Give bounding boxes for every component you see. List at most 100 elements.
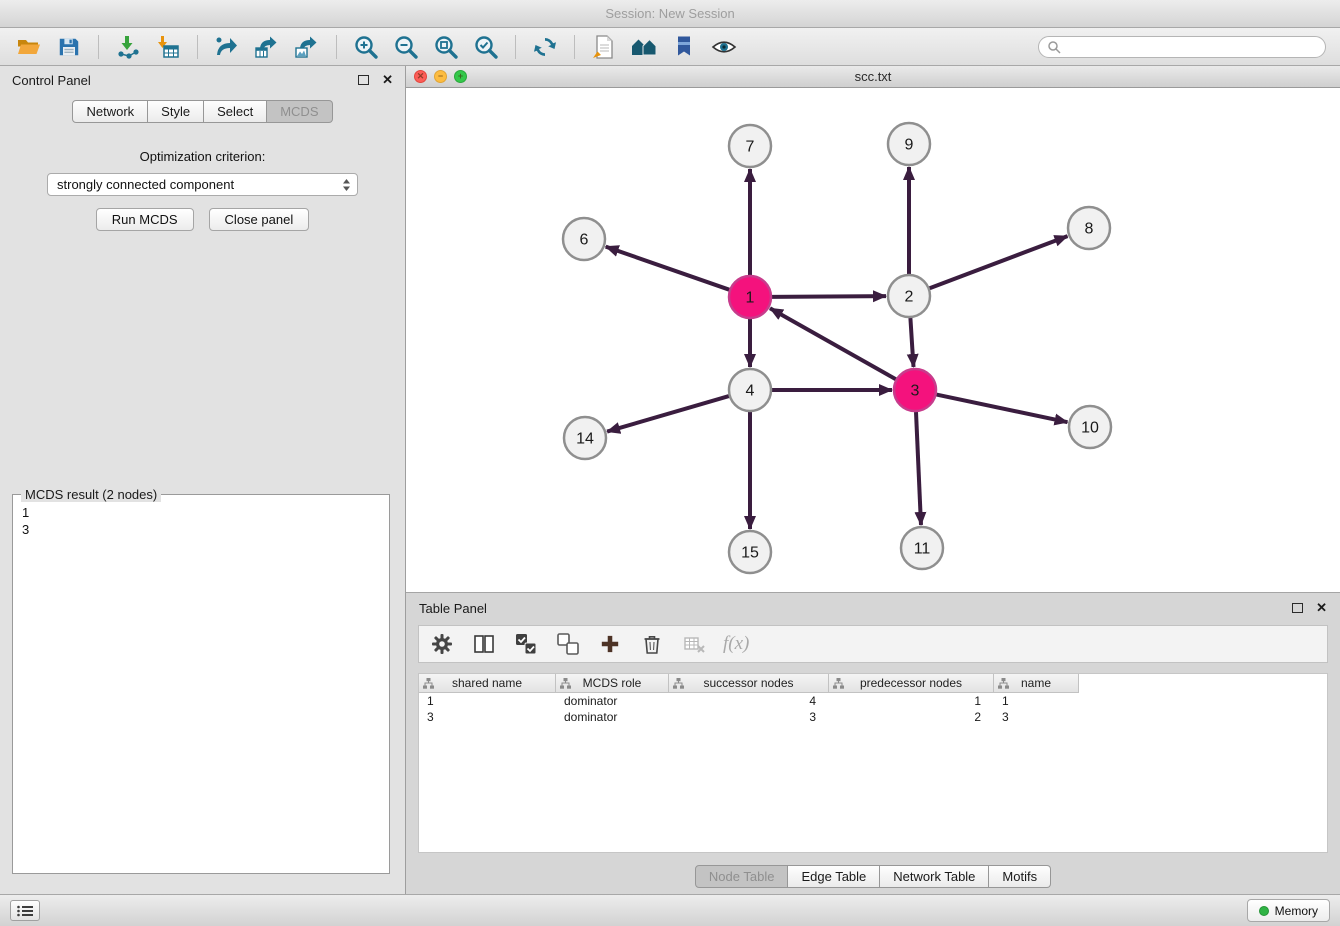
column-header-label: predecessor nodes [860,676,962,690]
home-button[interactable] [627,32,661,62]
zoom-fit-button[interactable] [429,32,463,62]
result-line: 1 [22,505,29,520]
graph-edge-4-14[interactable] [607,396,729,432]
graph-edge-1-2[interactable] [772,296,886,297]
cell-predecessor-nodes[interactable]: 2 [829,710,994,724]
task-history-button[interactable] [10,900,40,921]
table-settings-button[interactable] [429,631,455,657]
select-all-columns-button[interactable] [513,631,539,657]
graph-edge-3-1[interactable] [770,308,896,379]
graph-node-label-7: 7 [746,139,755,156]
float-table-panel-icon[interactable] [1292,603,1303,613]
export-image-button[interactable] [290,32,324,62]
style-button[interactable] [667,32,701,62]
tab-motifs[interactable]: Motifs [989,865,1051,888]
import-table-icon [155,34,181,60]
delete-column-button[interactable] [639,631,665,657]
export-network-button[interactable] [210,32,244,62]
zoom-out-button[interactable] [389,32,423,62]
node-table: shared name MCDS role successor nodes pr… [418,673,1328,853]
column-header-label: name [1021,676,1051,690]
column-header-shared-name[interactable]: shared name [419,674,556,693]
export-table-button[interactable] [250,32,284,62]
cell-name[interactable]: 3 [994,710,1079,724]
apply-layout-button[interactable] [528,32,562,62]
column-header-predecessor-nodes[interactable]: predecessor nodes [829,674,994,693]
search-box[interactable] [1038,36,1326,58]
main-toolbar [0,28,1340,66]
close-panel-icon[interactable]: ✕ [382,72,393,88]
function-builder-button[interactable]: f(x) [723,631,749,657]
minimize-window-icon[interactable]: − [434,70,447,83]
memory-button[interactable]: Memory [1247,899,1330,922]
result-line: 3 [22,522,29,537]
graph-edge-2-8[interactable] [930,236,1068,288]
table-row[interactable]: 3 dominator 3 2 3 [419,709,1327,725]
network-window-titlebar[interactable]: ✕ − + scc.txt [406,66,1340,88]
zoom-out-icon [393,34,419,60]
import-table-button[interactable] [151,32,185,62]
show-hide-button[interactable] [707,32,741,62]
column-header-name[interactable]: name [994,674,1079,693]
graph-node-label-3: 3 [911,383,920,400]
close-table-panel-icon[interactable]: ✕ [1316,600,1327,616]
delete-table-button[interactable] [681,631,707,657]
tab-mcds[interactable]: MCDS [267,100,332,123]
zoom-in-button[interactable] [349,32,383,62]
save-icon [57,35,81,59]
cell-successor-nodes[interactable]: 4 [669,694,829,708]
network-canvas[interactable]: 7968124314101511 [406,88,1340,592]
gear-icon [431,633,453,655]
run-mcds-button[interactable]: Run MCDS [96,208,194,231]
graph-edge-1-6[interactable] [606,247,730,290]
table-row[interactable]: 1 dominator 4 1 1 [419,693,1327,709]
tab-select[interactable]: Select [204,100,267,123]
home-icon [630,34,658,60]
table-panel-title: Table Panel [419,601,487,616]
plus-icon [600,634,620,654]
zoom-window-icon[interactable]: + [454,70,467,83]
zoom-selected-button[interactable] [469,32,503,62]
columns-icon [473,633,495,655]
cell-shared-name[interactable]: 3 [419,710,556,724]
mcds-result-text[interactable]: 13 [13,495,389,547]
show-columns-button[interactable] [471,631,497,657]
toolbar-separator [336,35,337,59]
close-window-icon[interactable]: ✕ [414,70,427,83]
save-session-button[interactable] [52,32,86,62]
tab-edge-table[interactable]: Edge Table [788,865,880,888]
graph-node-label-2: 2 [905,289,914,306]
cell-name[interactable]: 1 [994,694,1079,708]
create-column-button[interactable] [597,631,623,657]
clone-network-button[interactable] [587,32,621,62]
graph-node-label-9: 9 [905,137,914,154]
graph-node-label-15: 15 [741,545,759,562]
column-header-label: successor nodes [703,676,793,690]
cell-mcds-role[interactable]: dominator [556,694,669,708]
graph-edge-3-10[interactable] [937,395,1068,423]
cell-successor-nodes[interactable]: 3 [669,710,829,724]
column-header-mcds-role[interactable]: MCDS role [556,674,669,693]
cell-mcds-role[interactable]: dominator [556,710,669,724]
cell-predecessor-nodes[interactable]: 1 [829,694,994,708]
criterion-dropdown[interactable]: strongly connected component [47,173,358,196]
column-header-successor-nodes[interactable]: successor nodes [669,674,829,693]
import-network-button[interactable] [111,32,145,62]
toolbar-separator [98,35,99,59]
close-panel-button[interactable]: Close panel [209,208,310,231]
tab-style[interactable]: Style [148,100,204,123]
tab-network-table[interactable]: Network Table [880,865,989,888]
open-session-button[interactable] [12,32,46,62]
network-graph[interactable]: 7968124314101511 [406,88,1340,592]
cell-shared-name[interactable]: 1 [419,694,556,708]
unselect-all-columns-button[interactable] [555,631,581,657]
table-panel: Table Panel ✕ [406,592,1340,894]
tab-node-table[interactable]: Node Table [695,865,789,888]
search-input[interactable] [1066,40,1317,54]
float-panel-icon[interactable] [358,75,369,85]
tab-network[interactable]: Network [72,100,148,123]
control-panel-tabs: Network Style Select MCDS [0,100,405,123]
graph-node-label-4: 4 [746,383,755,400]
graph-edge-2-3[interactable] [910,318,913,367]
graph-edge-3-11[interactable] [916,412,921,525]
